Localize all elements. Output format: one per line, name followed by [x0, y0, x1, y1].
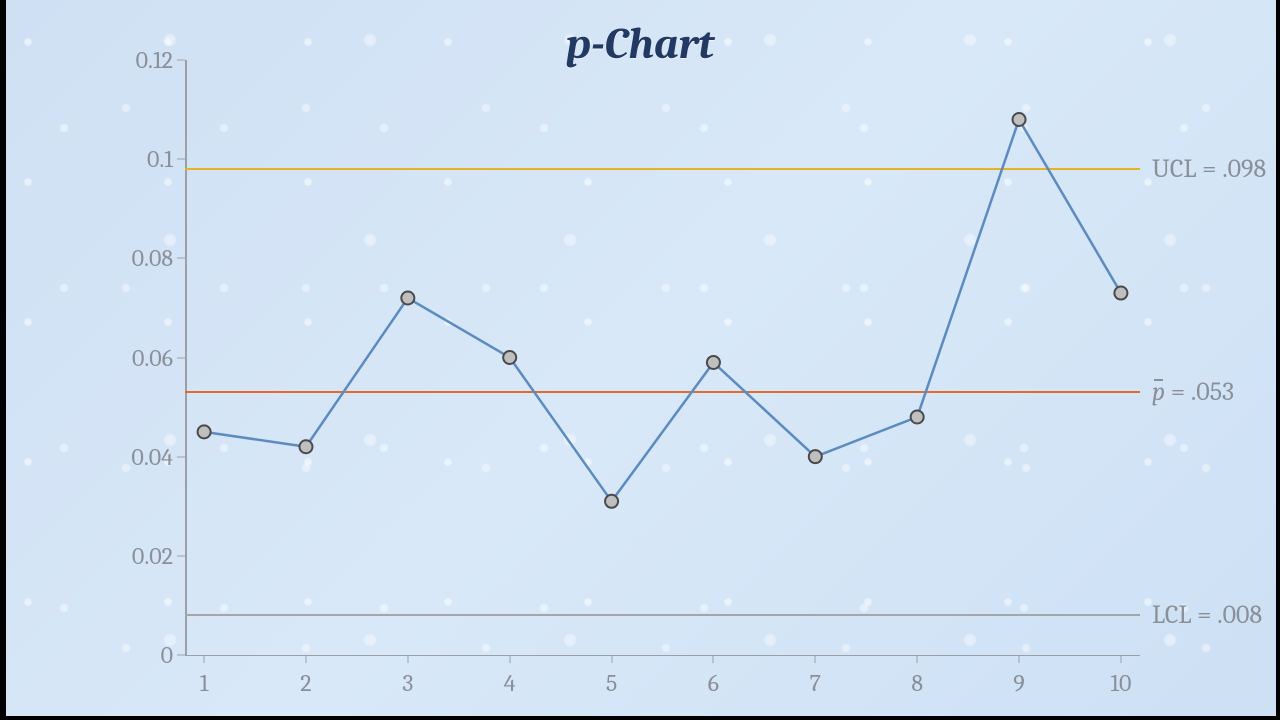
y-tick-mark: [177, 60, 185, 61]
x-tick-label: 2: [300, 669, 311, 697]
x-tick-mark: [713, 655, 714, 663]
centerline-label: p = .053: [1152, 377, 1234, 407]
y-tick-mark: [177, 159, 185, 160]
x-tick-mark: [611, 655, 612, 663]
y-tick-mark: [177, 655, 185, 656]
x-tick-label: 6: [708, 669, 719, 697]
y-tick-mark: [177, 456, 185, 457]
x-tick-mark: [509, 655, 510, 663]
data-point: [503, 351, 516, 364]
x-tick-mark: [305, 655, 306, 663]
y-tick-mark: [177, 357, 185, 358]
lcl-label: LCL = .008: [1152, 600, 1262, 630]
x-tick-mark: [815, 655, 816, 663]
x-tick-mark: [407, 655, 408, 663]
y-tick-label: 0.06: [132, 344, 173, 372]
y-tick-label: 0.12: [136, 46, 173, 74]
x-tick-label: 3: [402, 669, 413, 697]
plot-area: 00.020.040.060.080.10.1212345678910UCL =…: [185, 60, 1140, 655]
x-tick-mark: [204, 655, 205, 663]
x-tick-label: 1: [200, 669, 209, 697]
frame-edge-right: [1276, 0, 1280, 720]
data-point: [707, 356, 720, 369]
data-point: [1013, 113, 1026, 126]
x-tick-mark: [917, 655, 918, 663]
frame-edge-left: [0, 0, 6, 720]
y-tick-label: 0.1: [147, 145, 173, 173]
y-tick-label: 0: [161, 641, 173, 669]
x-tick-label: 5: [606, 669, 617, 697]
data-point: [198, 425, 211, 438]
x-tick-label: 8: [911, 669, 923, 697]
y-tick-mark: [177, 555, 185, 556]
data-series: [185, 60, 1140, 655]
x-tick-mark: [1019, 655, 1020, 663]
x-tick-label: 9: [1013, 669, 1024, 697]
x-tick-label: 4: [504, 669, 516, 697]
x-tick-label: 10: [1110, 669, 1131, 697]
x-tick-mark: [1120, 655, 1121, 663]
y-tick-label: 0.02: [132, 542, 173, 570]
data-point: [1114, 287, 1127, 300]
y-tick-label: 0.04: [131, 443, 173, 471]
x-tick-label: 7: [810, 669, 821, 697]
data-point: [605, 495, 618, 508]
data-point: [911, 411, 924, 424]
data-point: [299, 440, 312, 453]
y-tick-mark: [177, 258, 185, 259]
data-point: [809, 450, 822, 463]
y-tick-label: 0.08: [132, 244, 173, 272]
ucl-label: UCL = .098: [1152, 154, 1266, 184]
frame-edge-bottom: [0, 716, 1280, 720]
data-point: [401, 292, 414, 305]
series-line: [204, 120, 1121, 502]
